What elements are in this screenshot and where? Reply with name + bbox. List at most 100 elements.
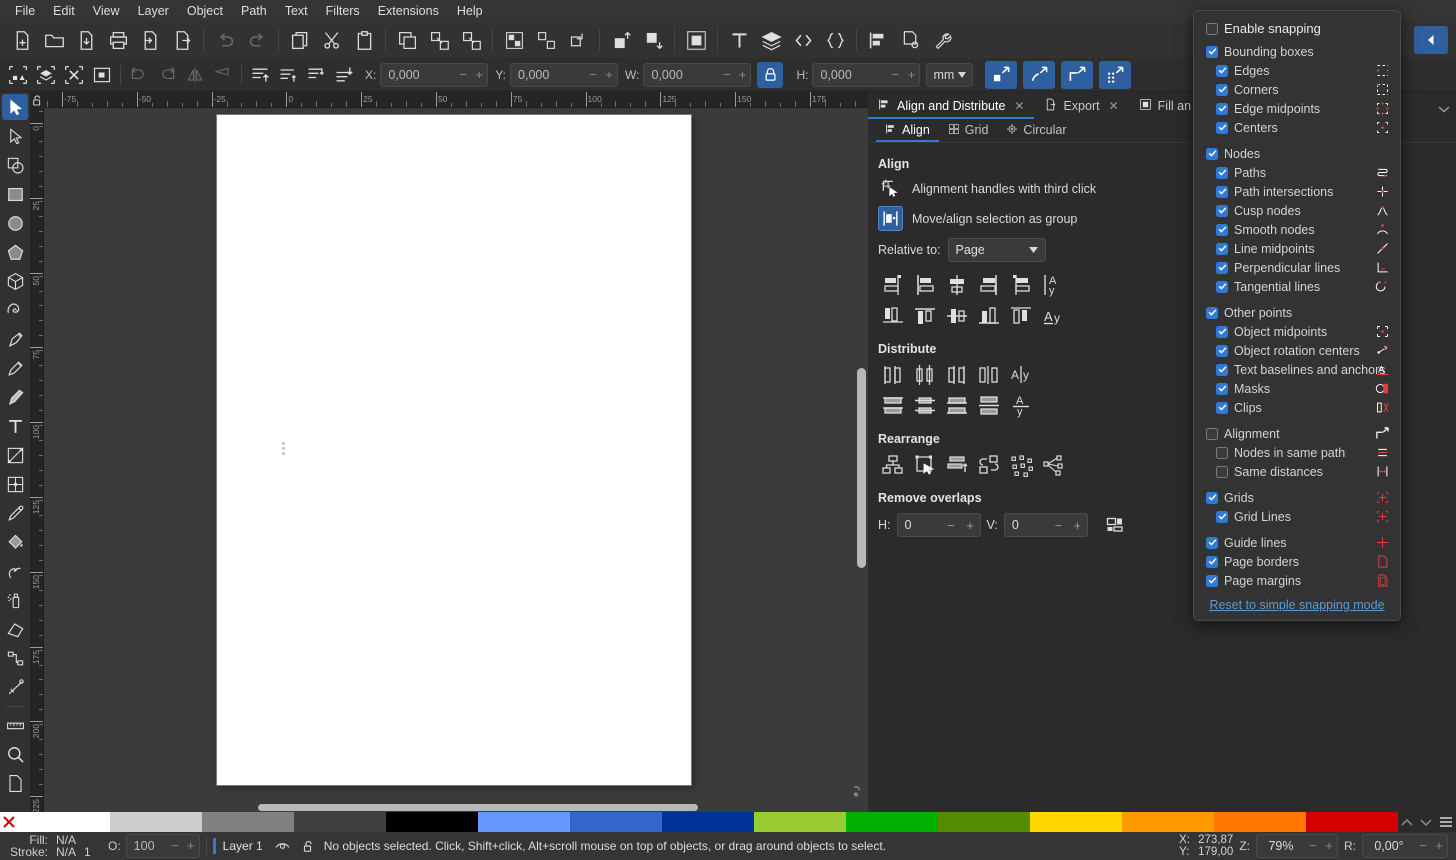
- export-button[interactable]: [166, 25, 198, 55]
- overlap-h-field[interactable]: 0 − +: [896, 513, 981, 537]
- subtab-grid[interactable]: Grid: [939, 120, 998, 142]
- snap-option-edges[interactable]: Edges: [1194, 61, 1400, 80]
- dock-tab-fill-an[interactable]: Fill an: [1129, 94, 1201, 119]
- snap-checkbox[interactable]: [1216, 64, 1228, 77]
- snap-option-nodes-in-same-path[interactable]: Nodes in same path: [1194, 443, 1400, 462]
- subtab-circular[interactable]: Circular: [997, 120, 1075, 142]
- exchange-positions-clockwise-button[interactable]: [974, 451, 1004, 479]
- snap-option-text-baselines-and-anchors[interactable]: Text baselines and anchors A: [1194, 360, 1400, 379]
- unclump-button[interactable]: [1038, 451, 1068, 479]
- palette-swatch[interactable]: [478, 812, 570, 832]
- cut-button[interactable]: [316, 25, 348, 55]
- text-tool-button[interactable]: [723, 25, 755, 55]
- zoom-decrement[interactable]: −: [1305, 835, 1321, 857]
- layer-indicator[interactable]: Layer 1: [212, 838, 314, 854]
- snap-option-grids[interactable]: Grids: [1194, 488, 1400, 507]
- preferences-button[interactable]: [926, 25, 958, 55]
- dock-tab-align-and-distribute[interactable]: Align and Distribute ✕: [868, 94, 1035, 119]
- snap-checkbox[interactable]: [1216, 83, 1228, 96]
- horizontal-ruler[interactable]: -75-50-250255075100125150175200: [44, 92, 868, 108]
- snap-option-clips[interactable]: Clips: [1194, 398, 1400, 417]
- move-as-group-icon[interactable]: [878, 206, 903, 231]
- reset-simple-snapping-link[interactable]: Reset to simple snapping mode: [1209, 598, 1384, 612]
- zoom-increment[interactable]: +: [1321, 835, 1337, 857]
- vertical-ruler[interactable]: 0 25 50 75 100 125 150 175 200 225: [30, 108, 44, 812]
- canvas-horizontal-scrollbar[interactable]: [58, 802, 854, 812]
- raise-to-top-button[interactable]: [246, 62, 274, 88]
- snap-checkbox[interactable]: [1206, 555, 1218, 568]
- show-panel-button[interactable]: [1414, 26, 1448, 54]
- menu-item-help[interactable]: Help: [448, 2, 492, 20]
- lower-button[interactable]: [302, 62, 330, 88]
- palette-swatch[interactable]: [294, 812, 386, 832]
- connector-tool[interactable]: [2, 645, 28, 671]
- snap-option-object-midpoints[interactable]: Object midpoints: [1194, 322, 1400, 341]
- snap-checkbox[interactable]: [1216, 261, 1228, 274]
- distribute-left-edges-button[interactable]: [878, 361, 908, 389]
- group-button[interactable]: [498, 25, 530, 55]
- x-field[interactable]: 0,000 − +: [380, 62, 489, 87]
- deselect-button[interactable]: [60, 62, 88, 88]
- tweak-tool[interactable]: [2, 558, 28, 584]
- subtab-align[interactable]: Align: [876, 120, 939, 142]
- dropper-tool[interactable]: [2, 500, 28, 526]
- import-button[interactable]: [134, 25, 166, 55]
- snap-checkbox[interactable]: [1216, 102, 1228, 115]
- menu-item-path[interactable]: Path: [232, 2, 276, 20]
- snap-checkbox[interactable]: [1206, 536, 1218, 549]
- align-top-edges-button[interactable]: [910, 302, 940, 330]
- randomize-positions-button[interactable]: [1006, 451, 1036, 479]
- snap-option-page-borders[interactable]: Page borders: [1194, 552, 1400, 571]
- snap-option-tangential-lines[interactable]: Tangential lines: [1194, 277, 1400, 296]
- palette-swatch[interactable]: [110, 812, 202, 832]
- align-option-row[interactable]: Alignment handles with third click: [878, 176, 1158, 201]
- height-field-decrement[interactable]: −: [887, 64, 903, 86]
- print-button[interactable]: [102, 25, 134, 55]
- distribute-text-baselines-vertically-button[interactable]: Ay: [1006, 392, 1036, 420]
- overlap-v-decrement[interactable]: −: [1049, 518, 1068, 533]
- graph-layout-button[interactable]: [878, 451, 908, 479]
- canvas-vertical-scrollbar[interactable]: [857, 128, 866, 782]
- spray-tool[interactable]: [2, 587, 28, 613]
- palette-menu-icon[interactable]: [1439, 816, 1453, 828]
- zoom-field[interactable]: 79% − +: [1256, 834, 1338, 858]
- paste-button[interactable]: [348, 25, 380, 55]
- mesh-gradient-tool[interactable]: [2, 471, 28, 497]
- y-field-increment[interactable]: +: [601, 64, 617, 86]
- new-document-button[interactable]: [6, 25, 38, 55]
- exchange-positions-selection-order-button[interactable]: [910, 451, 940, 479]
- relative-to-select[interactable]: Page: [947, 238, 1046, 262]
- menu-item-object[interactable]: Object: [178, 2, 232, 20]
- overlap-h-decrement[interactable]: −: [942, 518, 961, 533]
- rectangle-tool[interactable]: [2, 181, 28, 207]
- palette-swatch[interactable]: [938, 812, 1030, 832]
- snap-nodes-button[interactable]: [1023, 60, 1056, 89]
- scrollbar-thumb[interactable]: [258, 804, 698, 811]
- y-field-decrement[interactable]: −: [585, 64, 601, 86]
- snap-distribution-button[interactable]: [1099, 60, 1132, 89]
- lower-to-bottom-button[interactable]: [637, 25, 669, 55]
- unlink-clone-button[interactable]: [455, 25, 487, 55]
- snap-checkbox[interactable]: [1206, 147, 1218, 160]
- node-tool[interactable]: [2, 123, 28, 149]
- distribute-text-anchors-horizontally-button[interactable]: Ay: [1006, 361, 1036, 389]
- overlap-v-field[interactable]: 0 − +: [1003, 513, 1088, 537]
- lpe-tool[interactable]: [2, 674, 28, 700]
- paint-bucket-tool[interactable]: [2, 529, 28, 555]
- eraser-tool[interactable]: [2, 616, 28, 642]
- snap-checkbox[interactable]: [1216, 185, 1228, 198]
- menu-item-text[interactable]: Text: [276, 2, 317, 20]
- opacity-increment[interactable]: +: [183, 835, 199, 857]
- calligraphy-tool[interactable]: [2, 384, 28, 410]
- enable-snapping-row[interactable]: Enable snapping: [1194, 19, 1400, 38]
- palette-swatch[interactable]: [846, 812, 938, 832]
- distribute-bottom-edges-button[interactable]: [942, 392, 972, 420]
- opacity-field[interactable]: 100 − +: [125, 834, 200, 858]
- units-selector[interactable]: mm: [926, 62, 974, 87]
- snap-checkbox[interactable]: [1216, 166, 1228, 179]
- pages-tool[interactable]: [2, 770, 28, 796]
- snap-option-bounding-boxes[interactable]: Bounding boxes: [1194, 42, 1400, 61]
- distribute-centers-vertically-button[interactable]: [910, 392, 940, 420]
- measure-tool[interactable]: [2, 712, 28, 738]
- palette-swatch[interactable]: [662, 812, 754, 832]
